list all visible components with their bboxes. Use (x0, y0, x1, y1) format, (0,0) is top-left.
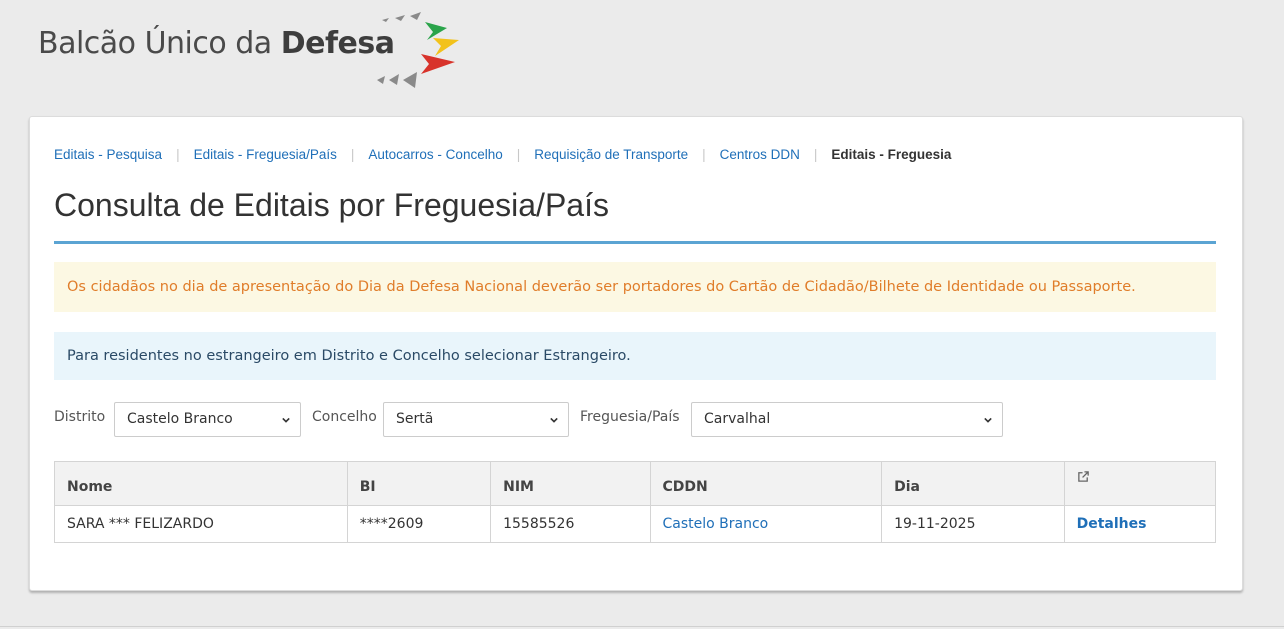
column-header-nim: NIM (490, 461, 651, 506)
nav-link-editais-pesquisa[interactable]: Editais - Pesquisa (54, 147, 162, 162)
chevron-down-icon (282, 417, 290, 423)
column-header-link (1063, 461, 1217, 506)
column-header-nome: Nome (54, 461, 348, 506)
breadcrumb-separator: | (813, 147, 818, 162)
site-header: Balcão Único da Defesa (0, 0, 1284, 115)
concelho-label: Concelho (312, 409, 377, 425)
cell-cddn: Castelo Branco (649, 505, 883, 543)
column-header-cddn: CDDN (649, 461, 883, 506)
distrito-select[interactable]: Castelo Branco (114, 402, 301, 437)
nav-link-centros-ddn[interactable]: Centros DDN (720, 147, 800, 162)
nav-link-requisicao-transporte[interactable]: Requisição de Transporte (534, 147, 688, 162)
concelho-select-value: Sertã (396, 411, 434, 427)
cell-detalhes: Detalhes (1063, 505, 1217, 543)
content-panel: Editais - Pesquisa | Editais - Freguesia… (29, 116, 1243, 591)
site-logo[interactable]: Balcão Único da Defesa (38, 26, 395, 61)
nav-link-autocarros-concelho[interactable]: Autocarros - Concelho (368, 147, 502, 162)
nav-current-editais-freguesia: Editais - Freguesia (831, 147, 952, 162)
column-header-bi: BI (346, 461, 492, 506)
breadcrumb-separator: | (350, 147, 355, 162)
freguesia-label: Freguesia/País (580, 409, 680, 425)
concelho-select[interactable]: Sertã (383, 402, 569, 437)
results-table: Nome BI NIM CDDN Dia SARA *** FELIZARDO … (54, 461, 1217, 543)
cell-dia: 19-11-2025 (881, 505, 1065, 543)
cell-nome: SARA *** FELIZARDO (54, 505, 348, 543)
nav-link-editais-freguesia-pais[interactable]: Editais - Freguesia/País (194, 147, 337, 162)
column-header-dia: Dia (881, 461, 1065, 506)
logo-chevrons-icon (377, 12, 459, 88)
freguesia-select[interactable]: Carvalhal (691, 402, 1003, 437)
cddn-link[interactable]: Castelo Branco (663, 516, 769, 532)
page-title: Consulta de Editais por Freguesia/País (54, 187, 609, 223)
cell-bi: ****2609 (346, 505, 492, 543)
breadcrumb: Editais - Pesquisa | Editais - Freguesia… (54, 147, 951, 162)
warning-alert: Os cidadãos no dia de apresentação do Di… (54, 262, 1216, 312)
title-divider (54, 241, 1216, 244)
page-bottom-divider (0, 626, 1284, 627)
cell-nim: 15585526 (490, 505, 651, 543)
table-row: SARA *** FELIZARDO ****2609 15585526 Cas… (54, 505, 1217, 543)
freguesia-select-value: Carvalhal (704, 411, 771, 427)
logo-text-regular: Balcão Único da (38, 26, 281, 61)
detalhes-link[interactable]: Detalhes (1077, 516, 1147, 532)
external-link-icon (1077, 471, 1089, 482)
breadcrumb-separator: | (516, 147, 521, 162)
chevron-down-icon (550, 417, 558, 423)
breadcrumb-separator: | (176, 147, 180, 162)
distrito-select-value: Castelo Branco (127, 411, 233, 427)
chevron-down-icon (984, 417, 992, 423)
breadcrumb-separator: | (702, 147, 706, 162)
table-header-row: Nome BI NIM CDDN Dia (54, 461, 1217, 506)
info-alert: Para residentes no estrangeiro em Distri… (54, 332, 1216, 380)
distrito-label: Distrito (54, 409, 106, 425)
